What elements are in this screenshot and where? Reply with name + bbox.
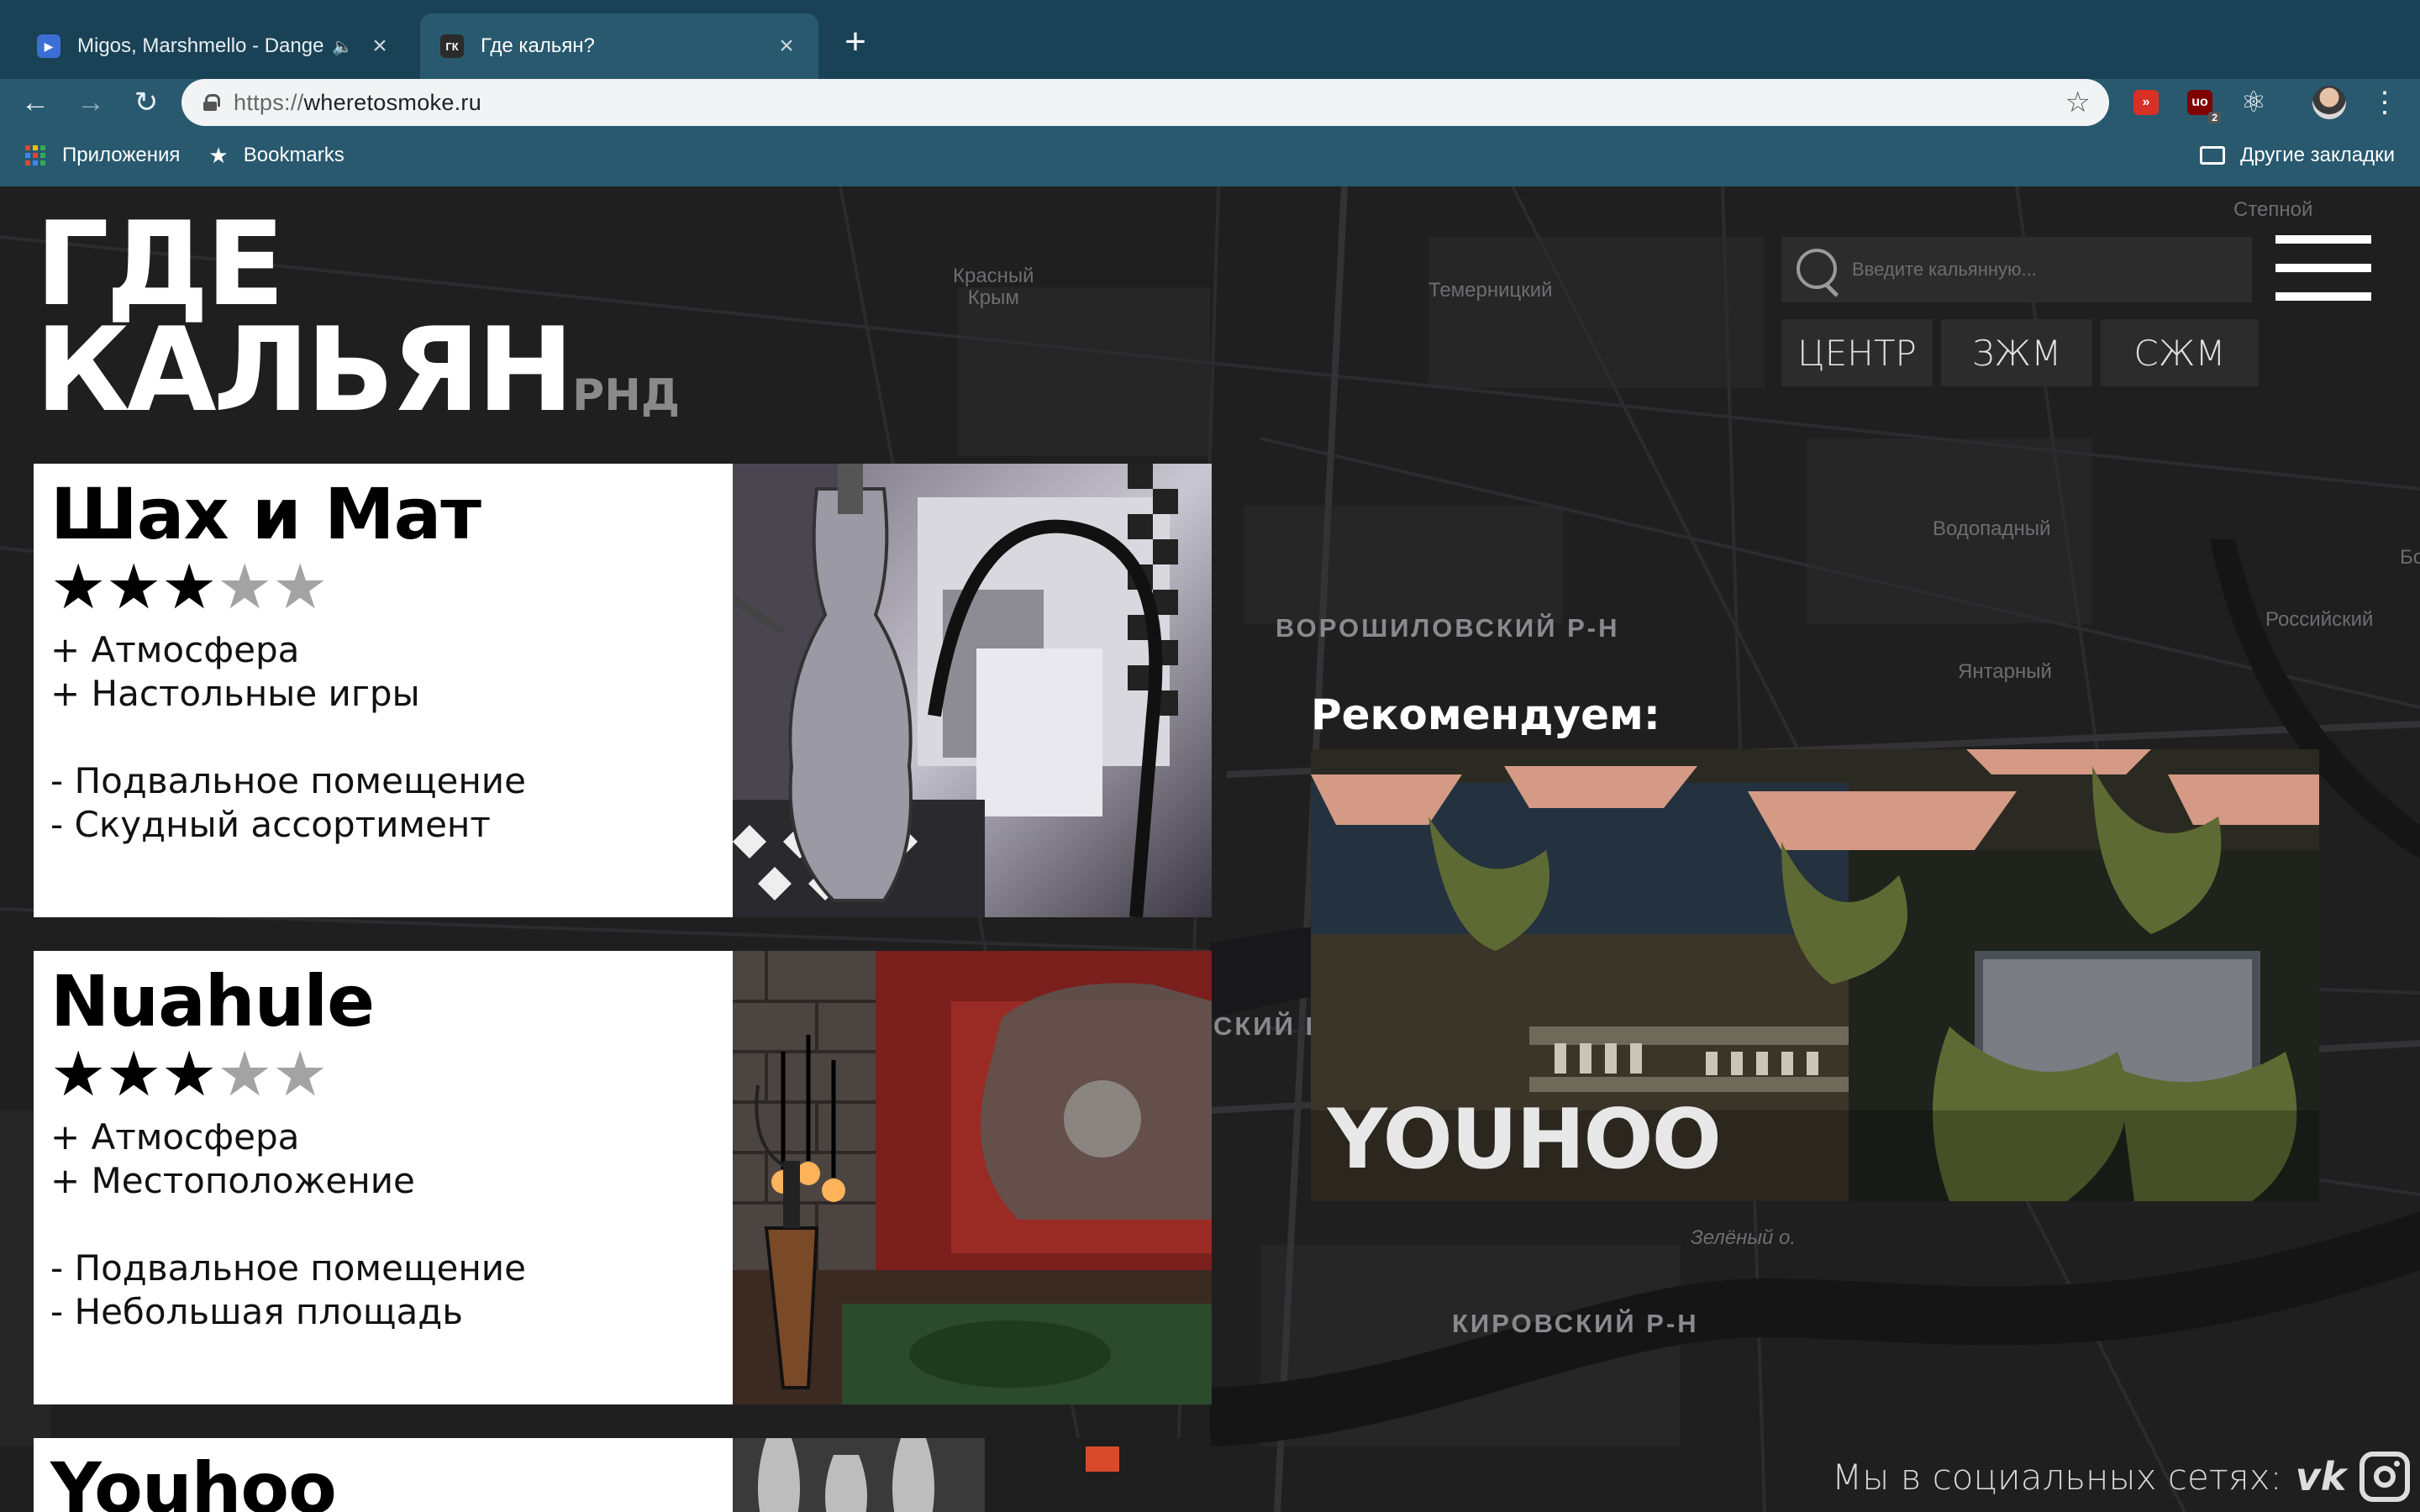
map-label: Янтарный [1958, 660, 2052, 683]
browser-tab-strip: ▶ Migos, Marshmello - Danger 🔈 × ГК Где … [0, 0, 2420, 79]
map-label: Красный Крым [953, 265, 1034, 309]
vk-icon[interactable]: vk [2296, 1454, 2347, 1499]
venue-con: - Скудный ассортимент [50, 804, 491, 845]
venue-info: Шах и Мат ★ ★ ★ ★ ★ + Атмосфера + Настольные… [34, 464, 733, 917]
map-label: Темерницкий [1428, 279, 1553, 302]
bookmark-star-icon[interactable]: ☆ [2065, 86, 2091, 119]
lock-icon [203, 94, 220, 111]
star-icon: ★ [208, 142, 229, 168]
folder-icon [2200, 146, 2226, 165]
social-text: Мы в социальных сетях: [1832, 1456, 2282, 1498]
menu-dots-icon[interactable]: ⋮ [2361, 79, 2408, 126]
venue-title: Nuahule [50, 960, 375, 1042]
bookmark-other-label: Другие закладки [2240, 144, 2395, 166]
extension-badge: 2 [2208, 112, 2221, 123]
star-empty-icon: ★ [272, 1039, 329, 1109]
star-filled-icon: ★ [106, 552, 162, 622]
venue-photo [733, 1438, 1212, 1512]
venue-con: - Подвальное помещение [50, 1247, 526, 1289]
extension-ublock-icon[interactable]: uo 2 [2176, 79, 2223, 126]
play-icon: ▶ [37, 34, 60, 58]
react-devtools-icon[interactable]: ⚛ [2230, 79, 2277, 126]
apps-grid-icon [25, 145, 45, 165]
star-filled-icon: ★ [50, 1039, 107, 1109]
tab-title: Migos, Marshmello - Danger [77, 34, 324, 57]
star-filled-icon: ★ [161, 1039, 218, 1109]
search-icon[interactable] [1791, 244, 1844, 296]
star-filled-icon: ★ [50, 552, 107, 622]
bookmark-apps[interactable]: Приложения [25, 144, 180, 167]
speaker-icon[interactable]: 🔈 [332, 36, 353, 57]
venue-pro: + Настольные игры [50, 673, 420, 714]
venue-con: - Подвальное помещение [50, 760, 526, 801]
map-label: Зелёный о. [1691, 1226, 1797, 1249]
star-filled-icon: ★ [106, 1039, 162, 1109]
venue-pro: + Атмосфера [50, 629, 300, 670]
search-input[interactable] [1852, 259, 2252, 281]
venue-rating: ★ ★ ★ ★ ★ [50, 1043, 733, 1105]
map-label: Российский [2265, 608, 2374, 631]
venue-rating: ★ ★ ★ ★ ★ [50, 556, 733, 618]
site-logo[interactable]: ГДЕ КАЛЬЯНРНД [35, 207, 681, 449]
logo-city: РНД [572, 370, 681, 421]
profile-avatar[interactable] [2306, 79, 2353, 126]
bookmark-other[interactable]: Другие закладки [2200, 144, 2395, 167]
star-empty-icon: ★ [217, 552, 273, 622]
venue-photo [733, 464, 1212, 917]
map-label: Водопадный [1933, 517, 2051, 540]
address-bar[interactable]: https://wheretosmoke.ru ☆ [182, 79, 2109, 126]
venue-con: - Небольшая площадь [50, 1291, 463, 1332]
recommend-banner[interactable]: YOUHOO [1311, 749, 2319, 1201]
recommend-title: Рекомендуем: [1311, 690, 1660, 739]
star-empty-icon: ★ [272, 552, 329, 622]
extension-red-icon[interactable]: » [2123, 79, 2170, 126]
back-arrow-icon[interactable]: ← [12, 79, 59, 126]
url-text: https://wheretosmoke.ru [234, 89, 482, 115]
venue-pro: + Местоположение [50, 1160, 415, 1201]
venue-card[interactable]: Шах и Мат ★ ★ ★ ★ ★ + Атмосфера + Настольные… [34, 464, 1212, 917]
bookmark-bookmarks[interactable]: ★ Bookmarks [208, 143, 344, 169]
district-filter: ЦЕНТР ЗЖМ СЖМ [1781, 319, 2259, 386]
district-button-center[interactable]: ЦЕНТР [1781, 319, 1933, 386]
map-label-district: ВОРОШИЛОВСКИЙ Р-Н [1276, 613, 1620, 643]
district-button-szhm[interactable]: СЖМ [2101, 319, 2259, 386]
recommend-venue-name: YOUHOO [1328, 1092, 1722, 1188]
instagram-icon[interactable] [2360, 1452, 2411, 1502]
forward-arrow-icon[interactable]: → [67, 79, 114, 126]
venue-pro: + Атмосфера [50, 1116, 300, 1158]
tab-title: Где кальян? [481, 34, 595, 57]
venue-title: Шах и Мат [50, 473, 481, 555]
page: Красный Крым Темерницкий Степной Водопад… [0, 186, 2420, 1512]
bookmark-apps-label: Приложения [62, 144, 181, 166]
close-icon[interactable]: × [775, 32, 798, 60]
search-box [1781, 237, 2252, 302]
star-filled-icon: ★ [161, 552, 218, 622]
bookmarks-bar: Приложения ★ Bookmarks Другие закладки [0, 131, 2420, 180]
map-label-district: КИРОВСКИЙ Р-Н [1452, 1309, 1699, 1338]
district-button-zhm[interactable]: ЗЖМ [1941, 319, 2092, 386]
new-tab-button[interactable]: + [837, 20, 874, 64]
logo-line-2: КАЛЬЯН [35, 302, 574, 438]
close-icon[interactable]: × [368, 32, 392, 60]
venue-info: Nuahule ★ ★ ★ ★ ★ + Атмосфера + Местоположен… [34, 951, 733, 1404]
star-empty-icon: ★ [217, 1039, 273, 1109]
tab-youtube[interactable]: ▶ Migos, Marshmello - Danger 🔈 × [17, 13, 412, 79]
tab-wheretosmoke[interactable]: ГК Где кальян? × [420, 13, 818, 79]
map-label: Бо [2400, 546, 2420, 569]
reload-icon[interactable]: ↻ [123, 79, 170, 126]
map-label: Степной [2233, 198, 2313, 221]
hamburger-menu-icon[interactable] [2275, 235, 2371, 301]
venue-title: Youhoo [50, 1447, 337, 1512]
social-links: Мы в социальных сетях: vk [1832, 1452, 2411, 1502]
bookmark-bookmarks-label: Bookmarks [243, 144, 345, 166]
venue-info: Youhoo [34, 1438, 733, 1512]
venue-photo [733, 951, 1212, 1404]
site-favicon-icon: ГК [440, 34, 464, 58]
venue-card[interactable]: Nuahule ★ ★ ★ ★ ★ + Атмосфера + Местоположен… [34, 951, 1212, 1404]
venue-card[interactable]: Youhoo [34, 1438, 1212, 1512]
